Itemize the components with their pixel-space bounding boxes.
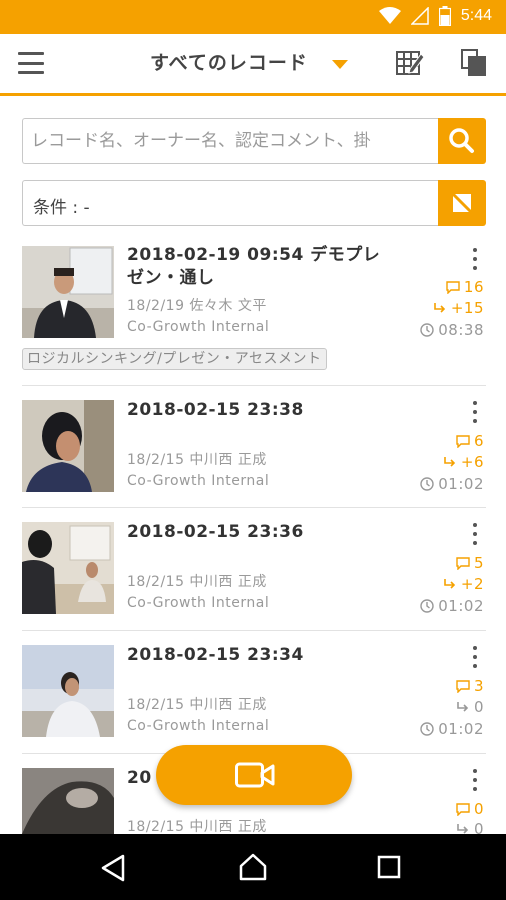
comment-count: 16 xyxy=(446,278,484,296)
record-title: 2018-02-15 23:38 xyxy=(127,400,304,420)
clock-icon xyxy=(420,599,434,613)
app-bar: すべてのレコード xyxy=(0,34,506,96)
filter-field[interactable]: 条件 : - xyxy=(22,180,440,226)
comment-icon xyxy=(456,802,470,816)
recents-icon[interactable] xyxy=(377,855,401,879)
more-options-icon[interactable] xyxy=(470,769,480,791)
duration: 01:02 xyxy=(420,475,484,493)
comment-count: 0 xyxy=(456,800,484,818)
more-options-icon[interactable] xyxy=(470,646,480,668)
share-arrow-icon xyxy=(457,702,469,712)
clock-icon xyxy=(420,477,434,491)
share-count: +6 xyxy=(443,453,484,471)
record-date-owner: 18/2/15 中川西 正成 xyxy=(127,452,267,468)
search-input[interactable] xyxy=(22,118,440,164)
search-bar xyxy=(22,118,486,164)
record-thumbnail xyxy=(22,246,114,338)
status-bar: 5:44 xyxy=(0,0,506,34)
record-thumbnail xyxy=(22,400,114,492)
record-title: 2018-02-15 23:34 xyxy=(127,645,304,665)
record-org: Co-Growth Internal xyxy=(127,718,270,734)
record-thumbnail xyxy=(22,522,114,614)
comment-count: 6 xyxy=(456,432,484,450)
record-video-button[interactable] xyxy=(156,745,352,805)
record-title: 2018-02-19 09:54 デモプレゼン・通し xyxy=(127,245,381,288)
share-count: +15 xyxy=(433,299,484,317)
filter-clear-button[interactable] xyxy=(438,180,486,226)
record-tag: ロジカルシンキング/プレゼン・アセスメント xyxy=(22,348,327,370)
more-options-icon[interactable] xyxy=(470,248,480,270)
page-title[interactable]: すべてのレコード xyxy=(150,48,308,75)
search-button[interactable] xyxy=(438,118,486,164)
share-count: +2 xyxy=(443,575,484,593)
comment-count: 5 xyxy=(456,554,484,572)
system-nav-bar xyxy=(0,834,506,900)
grid-edit-icon[interactable] xyxy=(396,49,424,77)
comment-icon xyxy=(456,679,470,693)
video-camera-icon xyxy=(235,762,275,788)
record-org: Co-Growth Internal xyxy=(127,319,270,335)
clock-icon xyxy=(420,722,434,736)
comment-icon xyxy=(456,556,470,570)
record-thumbnail xyxy=(22,768,114,834)
duration: 08:38 xyxy=(420,321,484,339)
signal-icon xyxy=(410,7,429,25)
record-org: Co-Growth Internal xyxy=(127,595,270,611)
back-icon[interactable] xyxy=(100,854,126,882)
status-time: 5:44 xyxy=(460,7,492,24)
filter-label: 条件 : - xyxy=(33,198,90,218)
filter-clear-icon xyxy=(450,191,474,215)
divider xyxy=(22,385,486,386)
share-arrow-icon xyxy=(444,579,456,589)
share-arrow-icon xyxy=(444,457,456,467)
more-options-icon[interactable] xyxy=(470,523,480,545)
record-date-owner: 18/2/15 中川西 正成 xyxy=(127,697,267,713)
record-org: Co-Growth Internal xyxy=(127,473,270,489)
home-icon[interactable] xyxy=(238,852,268,882)
comment-icon xyxy=(456,434,470,448)
battery-icon xyxy=(438,6,451,26)
share-count: 0 xyxy=(456,698,484,716)
divider xyxy=(22,507,486,508)
share-arrow-icon xyxy=(434,303,445,313)
wifi-icon xyxy=(378,7,401,24)
search-icon xyxy=(449,128,474,153)
record-thumbnail xyxy=(22,645,114,737)
duration: 01:02 xyxy=(420,597,484,615)
divider xyxy=(22,630,486,631)
comment-icon xyxy=(446,280,460,294)
comment-count: 3 xyxy=(456,677,484,695)
copy-icon[interactable] xyxy=(461,49,487,77)
duration: 01:02 xyxy=(420,720,484,738)
record-date-owner: 18/2/15 中川西 正成 xyxy=(127,574,267,590)
clock-icon xyxy=(420,323,434,337)
caret-down-icon[interactable] xyxy=(332,60,348,69)
record-date-owner: 18/2/19 佐々木 文平 xyxy=(127,298,267,314)
record-title: 2018-02-15 23:36 xyxy=(127,522,304,542)
menu-icon[interactable] xyxy=(18,52,44,74)
more-options-icon[interactable] xyxy=(470,401,480,423)
filter-bar: 条件 : - xyxy=(22,180,486,226)
